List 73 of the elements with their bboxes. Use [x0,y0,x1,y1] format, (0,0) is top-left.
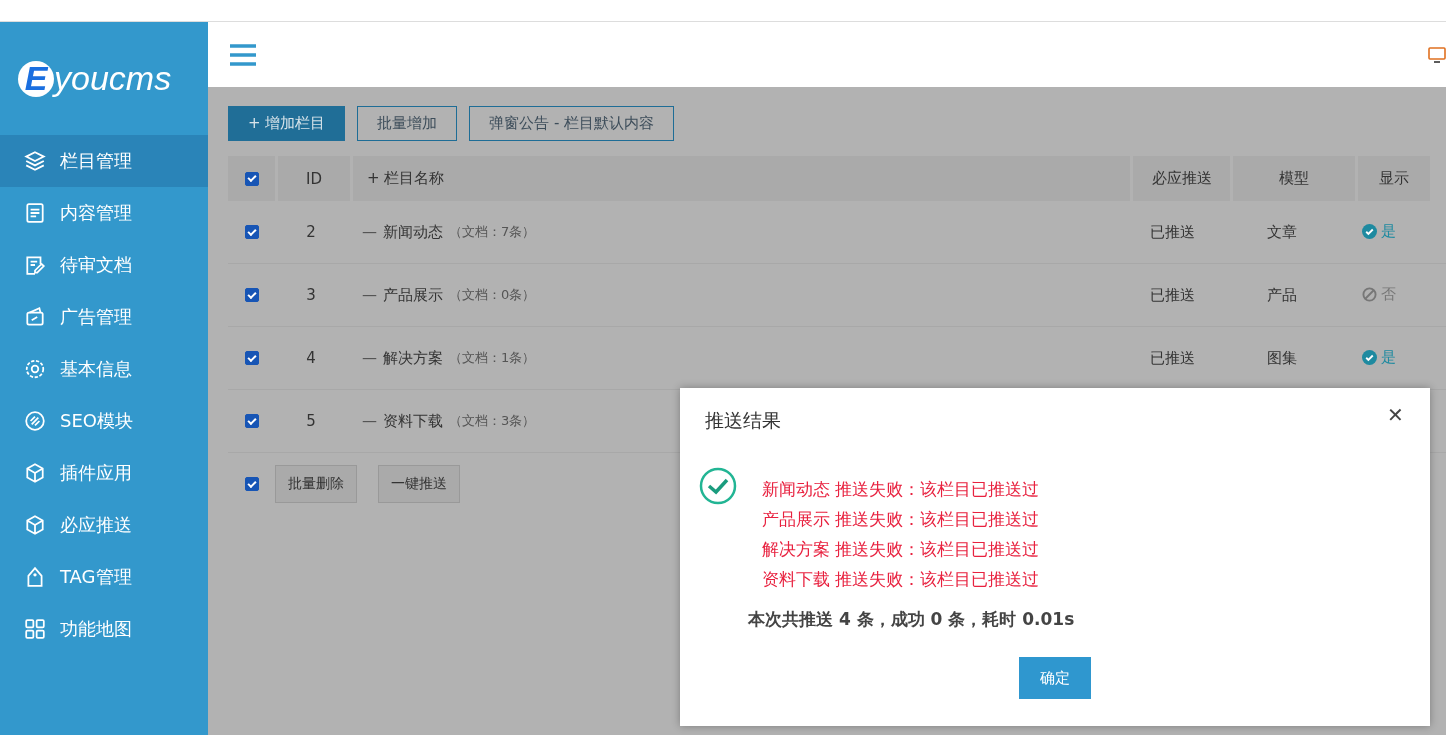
checkbox[interactable] [244,225,259,239]
toolbar-button[interactable]: 弹窗公告 - 栏目默认内容 [469,106,675,141]
category-name: 解决方案 [383,348,443,368]
document-count: （文档：1条） [449,349,536,367]
tree-dash: — [362,349,377,367]
visibility-toggle[interactable]: 是 [1362,221,1396,241]
visibility-toggle[interactable]: 否 [1362,284,1396,304]
error-message: 产品展示 推送失败：该栏目已推送过 [762,508,1040,531]
push-summary: 本次共推送 4 条，成功 0 条，耗时 0.01s [748,608,1076,631]
table-cell-text: 3 [305,286,317,304]
cube-icon [24,462,46,484]
sidebar-item[interactable]: 功能地图 [0,603,208,655]
card-icon [24,306,46,328]
grid-icon [24,618,46,640]
table-cell: 文章 [1267,222,1297,241]
document-count: （文档：0条） [449,286,536,304]
document-count: （文档：7条） [449,223,536,241]
error-message: 解决方案 推送失败：该栏目已推送过 [762,538,1040,561]
sidebar-item[interactable]: 待审文档 [0,239,208,291]
category-name: 产品展示 [383,285,443,305]
column-header: 模型 [1233,156,1355,201]
category-name: 资料下载 [383,411,443,431]
table-cell: 产品 [1267,285,1297,304]
tree-dash: — [362,223,377,241]
table-cell: 已推送 [1150,285,1195,304]
layers-icon [24,150,46,172]
cube-icon [24,514,46,536]
error-message: 资料下载 推送失败：该栏目已推送过 [762,568,1040,591]
table-cell: 已推送 [1150,348,1195,367]
table-cell-text: 5 [305,412,317,430]
toolbar-button[interactable]: 批量增加 [357,106,458,141]
toolbar-button[interactable]: + 增加栏目 [228,106,346,141]
visibility-toggle[interactable]: 是 [1362,347,1396,367]
prohibited-icon [1362,286,1377,302]
table-cell-text: 4 [305,349,317,367]
sidebar-item[interactable]: 栏目管理 [0,135,208,187]
check-circle-icon [1362,223,1377,239]
column-header: 必应推送 [1133,156,1230,201]
error-message: 新闻动态 推送失败：该栏目已推送过 [762,478,1040,501]
sidebar-item[interactable]: 必应推送 [0,499,208,551]
table-cell-text: 2 [305,223,317,241]
table-cell: 已推送 [1150,222,1195,241]
category-name: 新闻动态 [383,222,443,242]
sidebar-item[interactable]: 插件应用 [0,447,208,499]
bulk-action-button[interactable]: 批量删除 [275,465,357,503]
sidebar-item[interactable]: 内容管理 [0,187,208,239]
sidebar-item[interactable]: 基本信息 [0,343,208,395]
close-button[interactable]: ✕ [1387,403,1404,427]
sidebar-item[interactable]: SEO模块 [0,395,208,447]
tree-dash: — [362,286,377,304]
checkbox[interactable] [244,414,259,428]
checkbox[interactable] [244,171,259,186]
table-cell: 图集 [1267,348,1297,367]
confirm-button[interactable]: 确定 [1019,657,1091,699]
bulk-action-button[interactable]: 一键推送 [378,465,460,503]
checkbox[interactable] [244,477,259,491]
column-header: + 栏目名称 [353,156,1130,201]
column-header: 显示 [1358,156,1430,201]
logo-text: youcms [54,59,172,98]
monitor-icon[interactable] [1428,45,1446,64]
edit-document-icon [24,254,46,276]
check-circle-icon [1362,349,1377,365]
tree-dash: — [362,412,377,430]
menu-icon[interactable] [230,43,256,66]
sidebar-item[interactable]: TAG管理 [0,551,208,603]
document-count: （文档：3条） [449,412,536,430]
column-header: ID [278,156,350,201]
success-check-icon [698,466,738,506]
document-icon [24,202,46,224]
checkbox[interactable] [244,288,259,302]
checkbox[interactable] [244,351,259,365]
dialog-title: 推送结果 [705,408,781,433]
sidebar-item[interactable]: 广告管理 [0,291,208,343]
